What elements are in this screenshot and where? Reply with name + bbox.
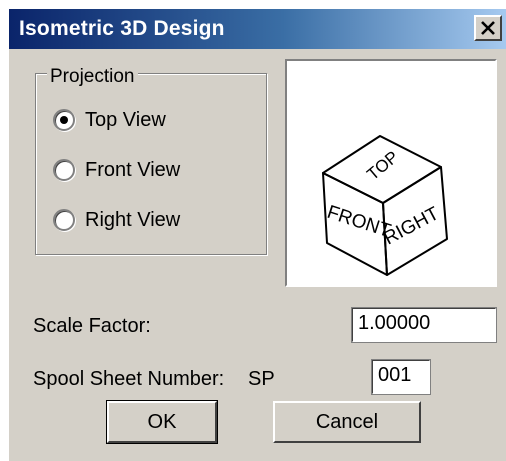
radio-top-view-label: Top View — [85, 108, 166, 131]
projection-preview: TOP FRONT RIGHT — [285, 59, 497, 287]
cancel-button[interactable]: Cancel — [273, 401, 421, 443]
title-bar[interactable]: Isometric 3D Design — [9, 9, 506, 49]
projection-group-label: Projection — [47, 66, 138, 88]
radio-top-view[interactable]: Top View — [53, 106, 253, 134]
close-icon — [481, 21, 495, 35]
radio-button-icon[interactable] — [53, 209, 75, 231]
scale-factor-label: Scale Factor: — [33, 315, 151, 337]
ok-button[interactable]: OK — [106, 400, 218, 444]
radio-button-icon[interactable] — [53, 109, 75, 131]
window-title: Isometric 3D Design — [19, 17, 225, 40]
close-button[interactable] — [474, 15, 502, 41]
scale-factor-input[interactable]: 1.00000 — [351, 307, 497, 343]
radio-right-view-label: Right View — [85, 208, 181, 231]
radio-front-view-label: Front View — [85, 158, 181, 181]
radio-button-icon[interactable] — [53, 159, 75, 181]
cube-right-label: RIGHT — [380, 203, 442, 249]
spool-sheet-prefix: SP — [248, 368, 275, 390]
isometric-3d-design-dialog: Isometric 3D Design Projection Top View … — [8, 8, 506, 461]
isometric-cube-icon: TOP FRONT RIGHT — [322, 135, 448, 276]
cube-top-label: TOP — [363, 147, 402, 184]
spool-sheet-label: Spool Sheet Number: — [33, 368, 225, 390]
radio-selected-dot — [60, 116, 68, 124]
radio-front-view[interactable]: Front View — [53, 156, 253, 184]
radio-right-view[interactable]: Right View — [53, 206, 253, 234]
spool-sheet-number-input[interactable]: 001 — [371, 359, 431, 395]
